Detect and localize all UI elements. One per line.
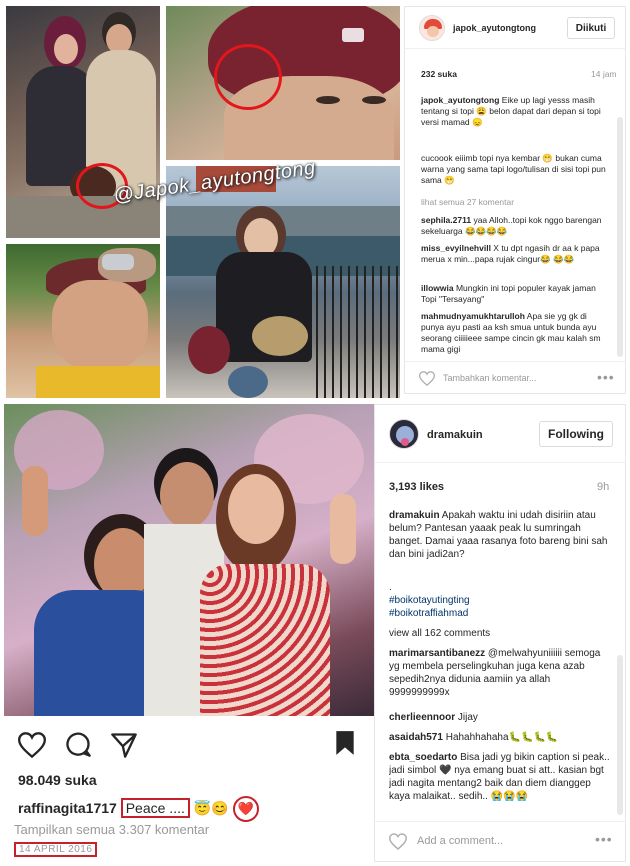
caption-text: Peace .... <box>120 798 190 818</box>
photo-woman-rail <box>166 166 400 398</box>
avatar[interactable] <box>389 419 419 449</box>
comment-user[interactable]: ebta_soedarto <box>389 752 457 763</box>
photo-man-cap <box>6 244 160 398</box>
caption: dramakuin Apakah waktu ini udah disiriin… <box>389 509 613 561</box>
likes-count: 232 suka <box>421 69 457 79</box>
more-options-icon[interactable]: ••• <box>595 831 613 847</box>
post-date: 14 APRIL 2016 <box>14 842 98 857</box>
comment-user[interactable]: asaidah571 <box>389 732 443 743</box>
more-options-icon[interactable]: ••• <box>597 369 615 385</box>
comment-user[interactable]: illowwia <box>421 283 454 293</box>
view-all-comments[interactable]: lihat semua 27 komentar <box>421 197 609 208</box>
caption-dot: . <box>389 582 392 593</box>
comment-user[interactable]: raffinagita1717 <box>18 800 117 816</box>
follow-button[interactable]: Diikuti <box>567 17 615 39</box>
heart-icon[interactable] <box>388 833 408 855</box>
photo-cap-closeup <box>166 6 400 160</box>
comment: miss_evyilnehvill X tu dpt ngasih dr aa … <box>421 243 609 265</box>
comment: cucoook eiiimb topi nya kembar 😁 bukan c… <box>421 153 609 186</box>
likes-count: 98.049 suka <box>18 772 97 788</box>
caption-emoji: 😇😊 <box>193 800 229 816</box>
comment: asaidah571 Hahahhahaha🐛🐛🐛🐛 <box>389 731 613 744</box>
bookmark-icon[interactable] <box>334 730 356 761</box>
comment-user[interactable]: dramakuin <box>389 510 440 521</box>
comment: marimarsantibanezz @melwahyuniiiiii semo… <box>389 647 613 699</box>
comment: mahmudnyamukhtarulloh Apa sie yg gk di p… <box>421 311 609 357</box>
add-comment-input[interactable]: Add a comment... <box>417 835 503 847</box>
comment-user[interactable]: miss_evyilnehvill <box>421 243 491 253</box>
hashtag[interactable]: #boikotayutingting <box>389 594 613 607</box>
comment-text: cucoook eiiimb topi nya kembar 😁 bukan c… <box>421 153 606 185</box>
photo-three-people <box>4 404 374 716</box>
comment: illowwia Mungkin ini topi populer kayak … <box>421 283 609 305</box>
comment: sephila.2711 yaa Alloh..topi kok nggo ba… <box>421 215 609 237</box>
caption: raffinagita1717 Peace .... 😇😊 ❤️ <box>18 796 259 822</box>
comment-user[interactable]: sephila.2711 <box>421 215 471 225</box>
avatar[interactable] <box>419 15 445 41</box>
view-all-comments[interactable]: view all 162 comments <box>389 627 613 640</box>
caption: japok_ayutongtong Eike up lagi yesss mas… <box>421 95 609 128</box>
hashtag[interactable]: #boikotraffiahmad <box>389 607 613 620</box>
comment-icon[interactable] <box>64 730 92 763</box>
comment-user[interactable]: mahmudnyamukhtarulloh <box>421 311 525 321</box>
comment-user[interactable]: marimarsantibanezz <box>389 648 485 659</box>
following-button[interactable]: Following <box>539 421 613 447</box>
view-all-comments[interactable]: Tampilkan semua 3.307 komentar <box>14 822 209 837</box>
likes-count: 3,193 likes <box>389 481 445 493</box>
share-icon[interactable] <box>110 732 138 763</box>
scrollbar[interactable] <box>617 655 623 815</box>
username[interactable]: japok_ayutongtong <box>453 23 536 33</box>
post-time: 14 jam <box>591 69 617 79</box>
highlight-circle <box>214 44 282 110</box>
comment-text: Jijay <box>455 712 478 723</box>
post-header: dramakuin Following <box>375 405 625 463</box>
post-panel-1: japok_ayutongtong Diikuti 232 suka 14 ja… <box>404 6 626 394</box>
comment: ebta_soedarto Bisa jadi yg bikin caption… <box>389 751 613 817</box>
comment: cherlieennoor Jijay <box>389 711 613 724</box>
post-header: japok_ayutongtong Diikuti <box>405 7 625 49</box>
heart-icon[interactable] <box>17 732 47 763</box>
heart-icon[interactable] <box>418 371 436 391</box>
scrollbar[interactable] <box>617 117 623 357</box>
comment-text: Hahahhahaha🐛🐛🐛🐛 <box>442 732 559 743</box>
post-time: 9h <box>597 481 610 493</box>
add-comment-input[interactable]: Tambahkan komentar... <box>443 373 537 383</box>
post-3-footer: 98.049 suka raffinagita1717 Peace .... 😇… <box>4 716 374 862</box>
post-panel-2: dramakuin Following 3,193 likes 9h drama… <box>374 404 626 862</box>
comment-user[interactable]: cherlieennoor <box>389 712 455 723</box>
username[interactable]: dramakuin <box>427 429 483 441</box>
comment-user[interactable]: japok_ayutongtong <box>421 95 499 105</box>
heart-emoji: ❤️ <box>232 796 259 822</box>
